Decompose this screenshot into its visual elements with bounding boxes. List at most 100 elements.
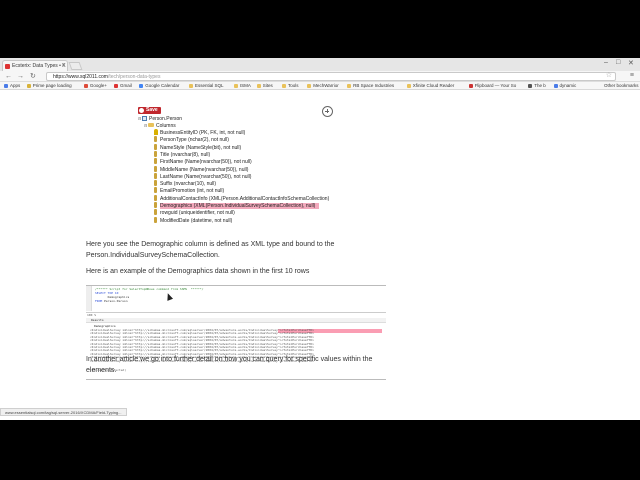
tree-column-item[interactable]: EmailPromotion (int, not null) — [154, 187, 224, 194]
zoom-in-icon[interactable] — [322, 106, 333, 117]
maximize-icon[interactable]: □ — [616, 59, 620, 66]
bookmark-item[interactable]: RB Space Industries — [347, 82, 394, 89]
column-label: Title (nvarchar(8), null) — [160, 151, 211, 158]
bookmark-icon — [83, 83, 88, 88]
minimize-icon[interactable]: – — [604, 59, 608, 66]
column-label: ModifiedDate (datetime, not null) — [160, 217, 233, 224]
editor-gutter — [86, 286, 92, 311]
bookmark-item[interactable]: Flipboard — Your So — [468, 82, 517, 89]
object-explorer-tree: Save ⊟ Person.Person ⊟ Columns BusinessEnt… — [138, 105, 338, 227]
tree-column-item[interactable]: NameStyle (NameStyle(bit), not null) — [154, 143, 242, 151]
bookmark-label: dynamic — [559, 83, 577, 88]
bookmark-label: Sites — [262, 83, 273, 88]
bookmark-label: Google+ — [89, 83, 108, 88]
tree-column-item[interactable]: Title (nvarchar(8), null) — [154, 150, 211, 158]
bookmark-label: Xfinite Cloud Reader — [412, 83, 455, 88]
bookmark-item[interactable]: Google+ — [83, 82, 108, 89]
zoom-level: 100 % — [87, 313, 97, 317]
bookmarks-bar: Apps Prime page loading Google+ Gmail Google… — [0, 82, 640, 90]
bookmark-item[interactable]: Xfinite Cloud Reader — [406, 82, 455, 89]
forward-icon[interactable]: → — [17, 72, 24, 81]
browser-tab[interactable]: Ecsterix: Data Types • X × — [2, 60, 68, 71]
tree-column-item[interactable]: rowguid (uniqueidentifier, not null) — [154, 209, 235, 216]
close-window-icon[interactable]: ✕ — [628, 59, 634, 67]
bookmark-icon — [233, 83, 238, 88]
bookmark-label: RB Space Industries — [353, 83, 395, 88]
bookmark-item[interactable]: ISMA — [233, 82, 251, 89]
bookmark-item[interactable]: Sites — [256, 82, 273, 89]
bookmark-item[interactable]: MechWarrior — [307, 82, 339, 89]
tree-column-item[interactable]: Demographics (XML(Person.IndividualSurve… — [154, 202, 320, 209]
column-label: EmailPromotion (int, not null) — [160, 188, 225, 195]
close-tab-icon[interactable]: × — [61, 61, 65, 71]
column-label: NameStyle (NameStyle(bit), not null) — [160, 144, 242, 151]
bookmark-item[interactable]: The b — [528, 82, 546, 89]
column-label: PersonType (nchar(2), not null) — [160, 137, 229, 144]
url-host: https://www.sql2011.com — [53, 74, 108, 80]
bookmark-icon — [114, 83, 119, 88]
tree-columns-node[interactable]: ⊟ Columns — [144, 122, 176, 129]
bookmark-item[interactable]: Tools — [281, 82, 299, 89]
table-icon — [142, 115, 147, 121]
bookmark-label: Tools — [287, 83, 299, 88]
tab-title: Ecsterix: Data Types • X — [12, 63, 66, 69]
tree-table-node[interactable]: ⊟ Person.Person — [138, 115, 182, 122]
bookmark-icon — [256, 83, 261, 88]
bookmark-icon — [281, 83, 286, 88]
save-button[interactable]: Save — [138, 107, 161, 114]
article-paragraph: Here is an example of the Demographics d… — [86, 268, 310, 275]
column-label: Suffix (nvarchar(10), null) — [160, 181, 217, 188]
column-icon — [154, 202, 157, 208]
editor-divider — [86, 312, 386, 313]
tree-column-item[interactable]: LastName (Name(nvarchar(50)), not null) — [154, 172, 252, 180]
bookmark-icon — [406, 83, 411, 88]
bookmark-label: The b — [534, 83, 546, 88]
bookmark-label: Gmail — [120, 83, 132, 88]
other-bookmarks[interactable]: Other bookmarks — [604, 82, 639, 89]
status-url-bubble: www.essentialsql.com/tag/sql-server-2016… — [0, 408, 127, 416]
new-tab-button[interactable] — [68, 62, 83, 70]
bookmark-label: ISMA — [239, 83, 251, 88]
results-tab: Results — [86, 318, 386, 323]
tree-column-item[interactable]: ModifiedDate (datetime, not null) — [154, 216, 233, 224]
bookmark-item[interactable]: Apps — [4, 82, 20, 89]
tree-column-item[interactable]: MiddleName (Name(nvarchar(50)), null) — [154, 165, 249, 173]
bookmark-item[interactable]: dynamic — [553, 82, 577, 89]
column-label: MiddleName (Name(nvarchar(50)), null) — [160, 166, 249, 173]
page-content: Save ⊟ Person.Person ⊟ Columns BusinessEnt… — [0, 91, 640, 408]
menu-icon[interactable]: ≡ — [630, 72, 634, 79]
tree-column-item[interactable]: PersonType (nchar(2), not null) — [154, 136, 229, 143]
reload-icon[interactable]: ↻ — [30, 72, 36, 81]
bookmark-label: Prime page loading — [32, 83, 72, 88]
column-icon — [154, 187, 157, 194]
tab-strip: Ecsterix: Data Types • X × – □ ✕ — [0, 58, 640, 71]
back-icon[interactable]: ← — [5, 72, 12, 81]
bookmark-star-icon[interactable]: ☆ — [606, 72, 612, 80]
bookmark-icon — [26, 83, 31, 88]
bookmark-label: Apps — [10, 83, 21, 88]
bookmark-label: MechWarrior — [313, 83, 339, 88]
column-label: LastName (Name(nvarchar(50)), not null) — [160, 173, 252, 180]
column-label: rowguid (uniqueidentifier, not null) — [160, 210, 235, 217]
sql-table: Person.Person — [102, 299, 128, 303]
column-icon — [154, 194, 157, 201]
browser-toolbar: ← → ↻ https://www.sql2011.com/tech/perso… — [0, 71, 640, 82]
bookmark-item[interactable]: Gmail — [114, 82, 132, 89]
tree-column-item[interactable]: Suffix (nvarchar(10), null) — [154, 180, 216, 187]
favicon-icon — [5, 64, 10, 69]
column-icon — [154, 180, 157, 187]
bookmark-item[interactable]: Essential SQL — [189, 82, 224, 89]
bookmark-item[interactable]: Google Calendar — [139, 82, 179, 89]
bookmark-item[interactable]: Prime page loading — [26, 82, 72, 89]
bookmark-icon — [307, 83, 312, 88]
bookmark-label: Flipboard — Your So — [474, 83, 517, 88]
tree-column-item[interactable]: FirstName (Name(nvarchar(50)), not null) — [154, 158, 252, 165]
tree-column-item[interactable]: AdditionalContactInfo (XML(Person.Additi… — [154, 194, 330, 202]
column-icon — [154, 136, 157, 143]
tree-column-item[interactable]: BusinessEntityID (PK, FK, int, not null) — [154, 129, 245, 136]
column-label: AdditionalContactInfo (XML(Person.Additi… — [160, 195, 330, 202]
article-paragraph: Here you see the Demographic column is d… — [86, 241, 335, 259]
address-bar[interactable]: https://www.sql2011.com/tech/person-data… — [46, 72, 616, 81]
column-icon — [154, 158, 157, 165]
column-label: Demographics (XML(Person.IndividualSurve… — [160, 203, 320, 209]
